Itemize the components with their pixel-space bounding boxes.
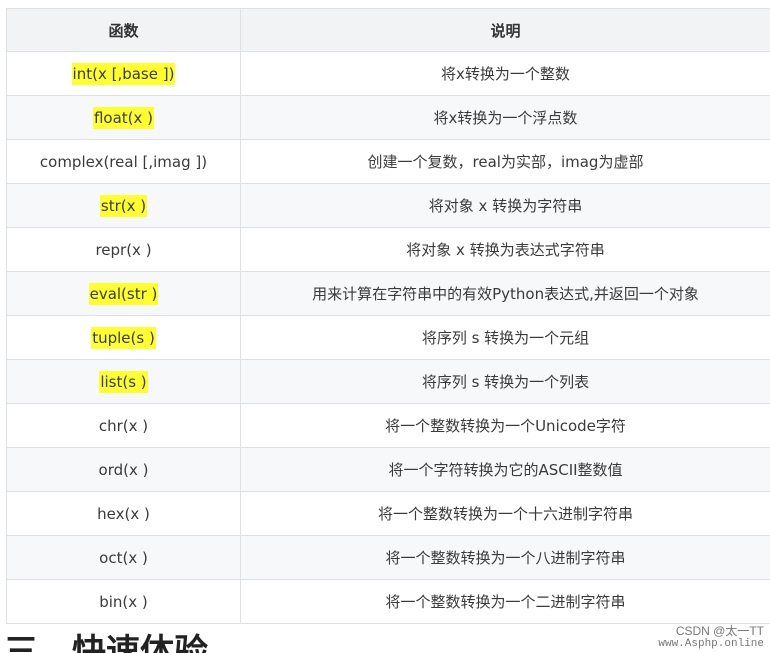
- function-name: tuple(s ): [91, 326, 156, 349]
- description-cell: 将x转换为一个整数: [240, 51, 770, 96]
- function-name: bin(x ): [99, 592, 148, 611]
- type-conversion-table: 函数 说明 int(x [,base ]) 将x转换为一个整数 float(x ) 将…: [6, 8, 770, 624]
- function-name: eval(str ): [88, 282, 159, 305]
- description-cell: 用来计算在字符串中的有效Python表达式,并返回一个对象: [240, 271, 770, 316]
- table-row: chr(x ) 将一个整数转换为一个Unicode字符: [6, 403, 770, 448]
- function-name: float(x ): [92, 106, 155, 129]
- table-row: str(x ) 将对象 x 转换为字符串: [6, 183, 770, 228]
- function-cell: chr(x ): [6, 403, 241, 448]
- table-row: repr(x ) 将对象 x 转换为表达式字符串: [6, 227, 770, 272]
- function-cell: str(x ): [6, 183, 241, 228]
- function-cell: oct(x ): [6, 535, 241, 580]
- function-name: oct(x ): [99, 548, 148, 567]
- function-cell: repr(x ): [6, 227, 241, 272]
- function-name: complex(real [,imag ]): [39, 152, 208, 171]
- function-cell: tuple(s ): [6, 315, 241, 360]
- watermark-author: CSDN @太一TT: [675, 623, 764, 638]
- description-cell: 将一个整数转换为一个二进制字符串: [240, 579, 770, 624]
- description-cell: 将对象 x 转换为表达式字符串: [240, 227, 770, 272]
- function-cell: eval(str ): [6, 271, 241, 316]
- description-cell: 将对象 x 转换为字符串: [240, 183, 770, 228]
- watermark-site: www.Asphp.online: [658, 638, 764, 651]
- header-function: 函数: [6, 8, 241, 52]
- table-row: oct(x ) 将一个整数转换为一个八进制字符串: [6, 535, 770, 580]
- table-row: eval(str ) 用来计算在字符串中的有效Python表达式,并返回一个对象: [6, 271, 770, 316]
- table-row: int(x [,base ]) 将x转换为一个整数: [6, 51, 770, 96]
- description-cell: 将一个整数转换为一个Unicode字符: [240, 403, 770, 448]
- section-heading: 三、快速体验: [4, 632, 208, 653]
- function-cell: int(x [,base ]): [6, 51, 241, 96]
- table-row: complex(real [,imag ]) 创建一个复数，real为实部，ima…: [6, 139, 770, 184]
- function-name: list(s ): [99, 370, 148, 393]
- function-cell: hex(x ): [6, 491, 241, 536]
- description-cell: 将一个字符转换为它的ASCII整数值: [240, 447, 770, 492]
- description-cell: 将一个整数转换为一个十六进制字符串: [240, 491, 770, 536]
- function-name: str(x ): [99, 194, 148, 217]
- table-header-row: 函数 说明: [6, 8, 770, 52]
- description-cell: 将序列 s 转换为一个元组: [240, 315, 770, 360]
- function-cell: list(s ): [6, 359, 241, 404]
- function-name: int(x [,base ]): [71, 62, 176, 85]
- function-name: repr(x ): [95, 240, 152, 259]
- table-row: list(s ) 将序列 s 转换为一个列表: [6, 359, 770, 404]
- watermark: CSDN @太一TT www.Asphp.online: [658, 623, 764, 651]
- table-row: bin(x ) 将一个整数转换为一个二进制字符串: [6, 579, 770, 624]
- function-name: chr(x ): [98, 416, 149, 435]
- function-cell: ord(x ): [6, 447, 241, 492]
- table-row: tuple(s ) 将序列 s 转换为一个元组: [6, 315, 770, 360]
- table-body: int(x [,base ]) 将x转换为一个整数 float(x ) 将x转换为一个…: [6, 51, 770, 624]
- function-name: hex(x ): [97, 504, 150, 523]
- description-cell: 创建一个复数，real为实部，imag为虚部: [240, 139, 770, 184]
- function-cell: bin(x ): [6, 579, 241, 624]
- function-cell: complex(real [,imag ]): [6, 139, 241, 184]
- table-row: hex(x ) 将一个整数转换为一个十六进制字符串: [6, 491, 770, 536]
- description-cell: 将序列 s 转换为一个列表: [240, 359, 770, 404]
- table-row: ord(x ) 将一个字符转换为它的ASCII整数值: [6, 447, 770, 492]
- document-page: 函数 说明 int(x [,base ]) 将x转换为一个整数 float(x ) 将…: [0, 0, 770, 653]
- description-cell: 将一个整数转换为一个八进制字符串: [240, 535, 770, 580]
- header-description: 说明: [240, 8, 770, 52]
- function-name: ord(x ): [98, 460, 149, 479]
- function-cell: float(x ): [6, 95, 241, 140]
- description-cell: 将x转换为一个浮点数: [240, 95, 770, 140]
- table-row: float(x ) 将x转换为一个浮点数: [6, 95, 770, 140]
